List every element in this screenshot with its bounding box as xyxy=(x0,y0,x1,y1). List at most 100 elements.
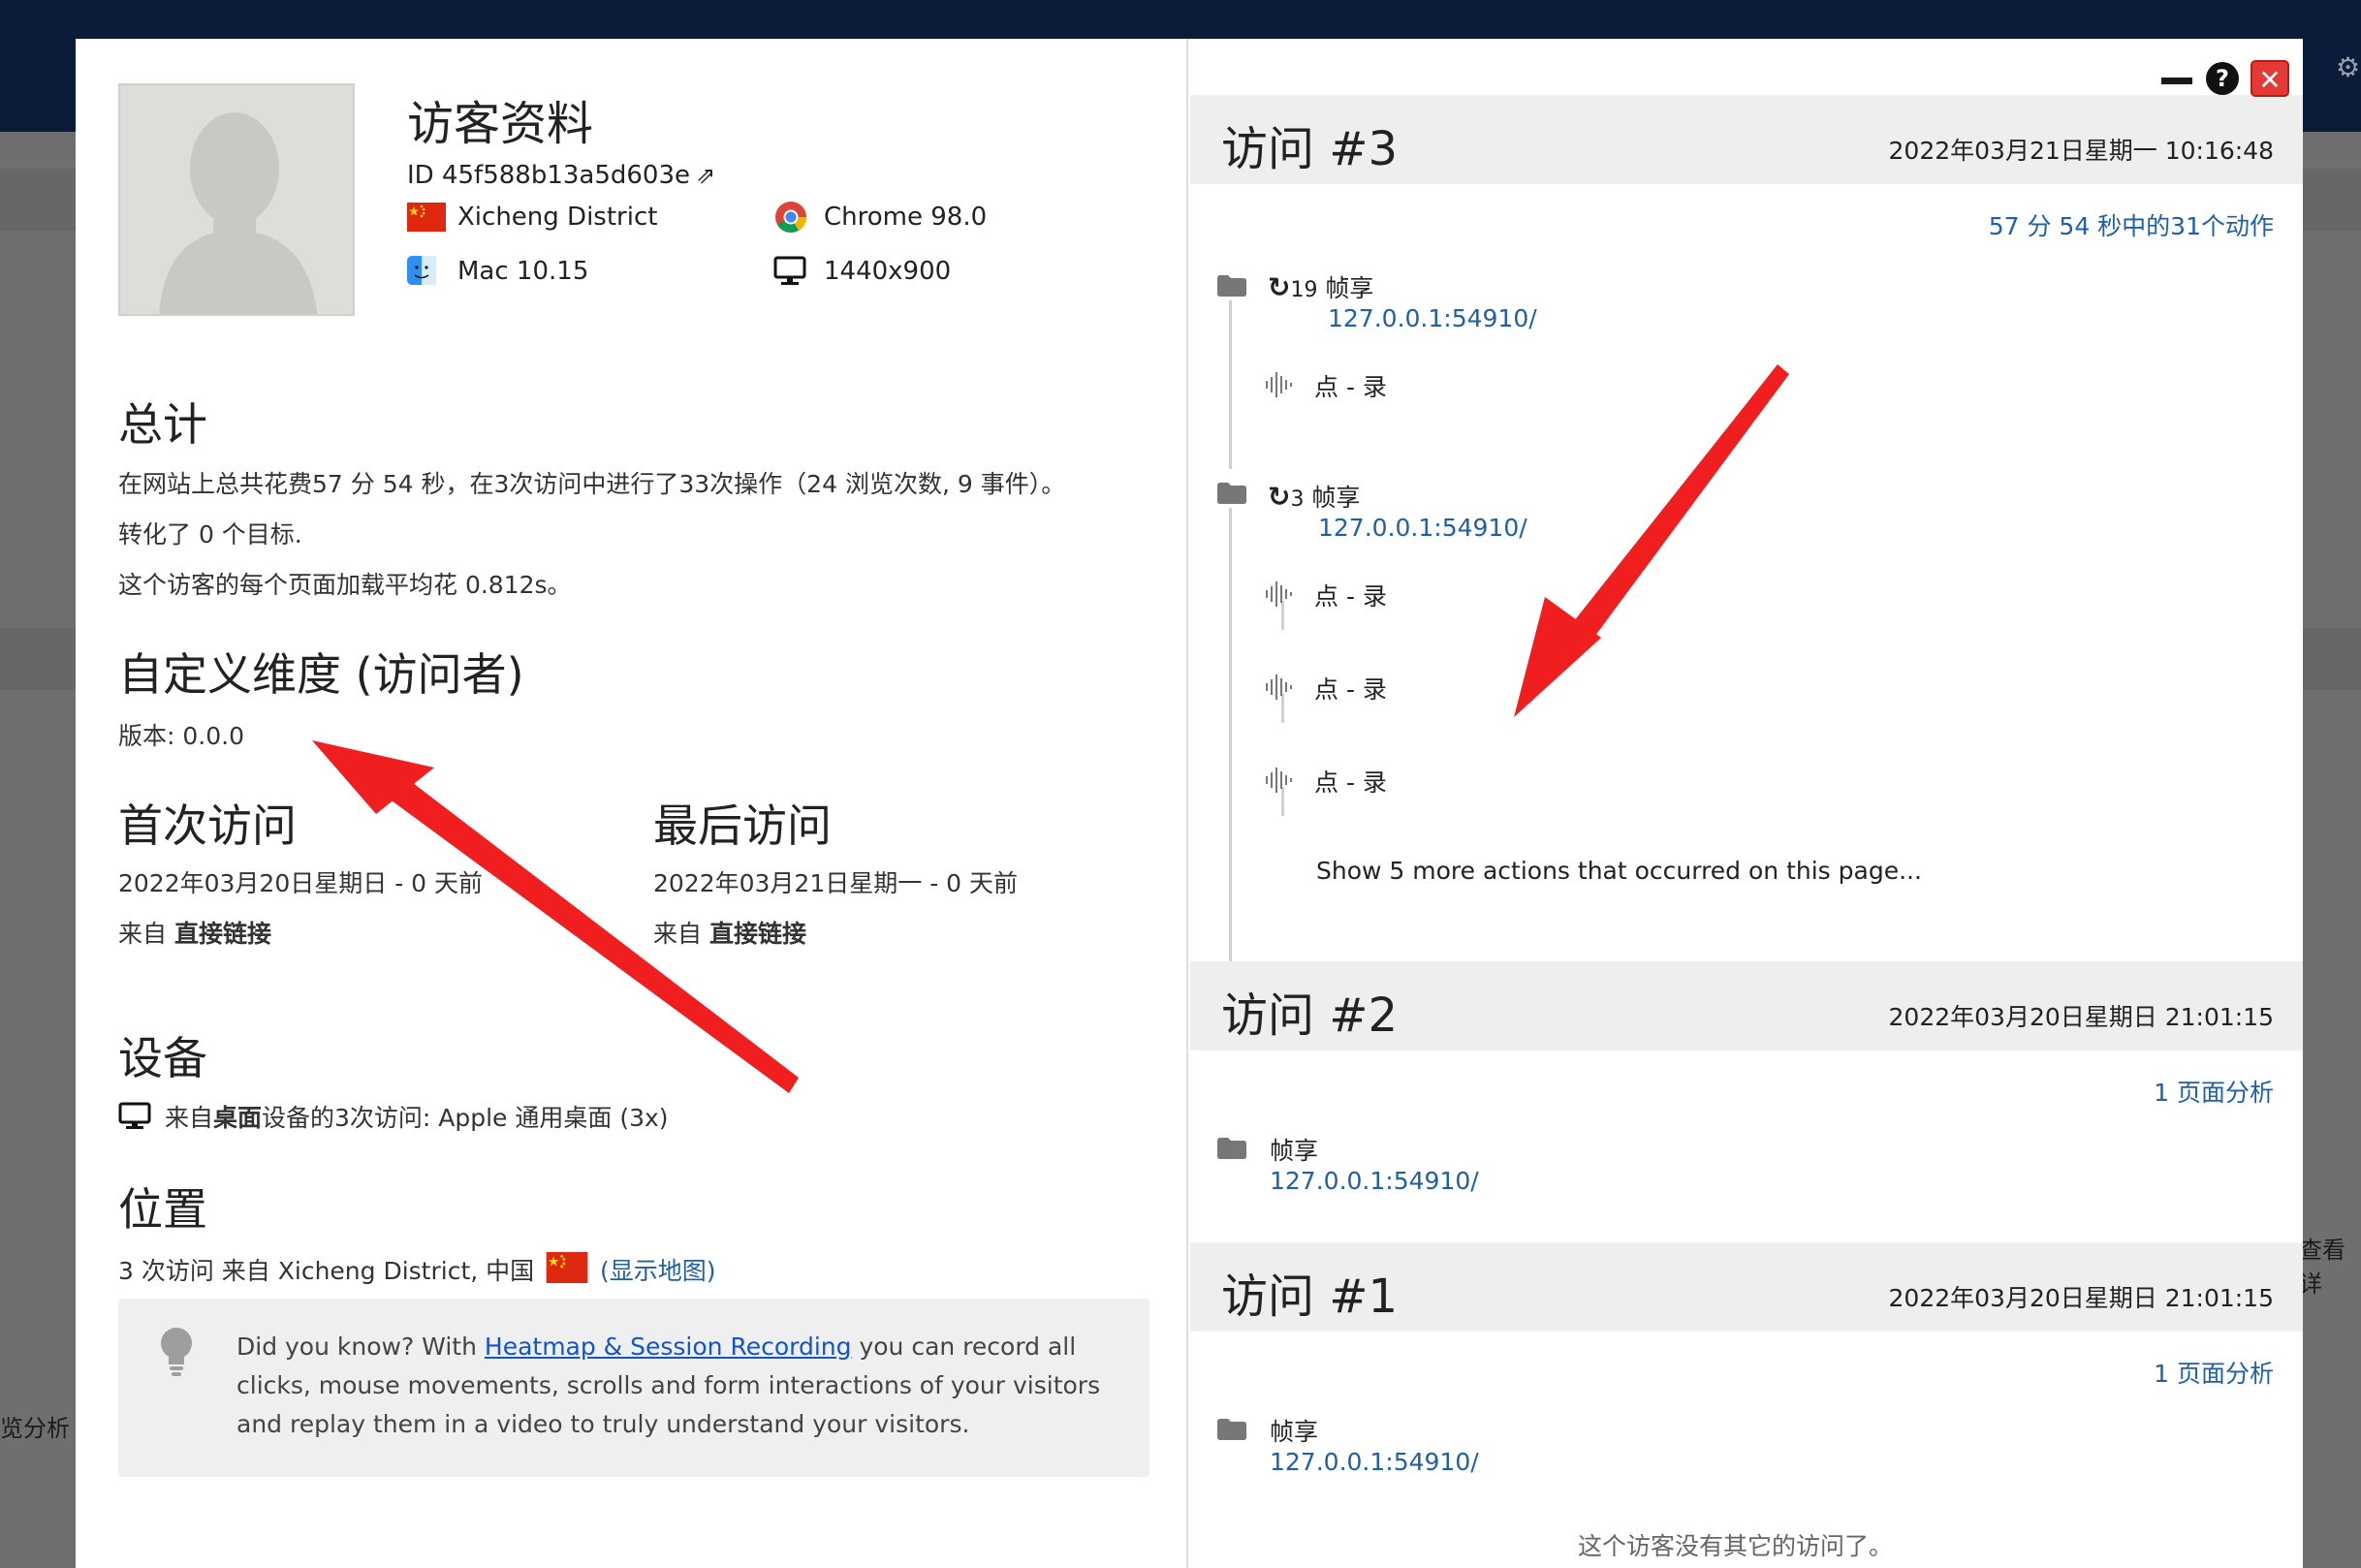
location-text: 3 次访问 来自 Xicheng District, 中国 xyxy=(118,1257,535,1285)
referrer-label: 来自 xyxy=(653,920,703,948)
visit-actions-summary[interactable]: 57 分 54 秒中的31个动作 xyxy=(1989,207,2274,242)
action-item[interactable]: 点 - 录 xyxy=(1264,578,1555,611)
tip-text-before: Did you know? With xyxy=(236,1333,485,1361)
visit-header: 访问 #3 2022年03月21日星期一 10:16:48 xyxy=(1190,95,2303,184)
summary-line: 转化了 0 个目标. xyxy=(118,520,302,549)
visit-date: 2022年03月20日星期日 21:01:15 xyxy=(1888,1284,2274,1312)
location-text: Xicheng District xyxy=(457,203,658,232)
last-visit-referrer: 来自 直接链接 xyxy=(653,915,806,950)
visit-header: 访问 #2 2022年03月20日星期日 21:01:15 xyxy=(1190,961,2303,1051)
page-url-link[interactable]: 127.0.0.1:54910/ xyxy=(1318,514,1527,542)
referrer-value: 直接链接 xyxy=(708,920,806,948)
folder-icon xyxy=(1217,275,1246,297)
chrome-icon xyxy=(773,198,812,236)
summary-heading: 总计 xyxy=(118,398,207,451)
timeline-line xyxy=(1229,300,1232,469)
no-more-visits-text: 这个访客没有其它的访问了。 xyxy=(1578,1532,1894,1560)
external-link-icon[interactable]: ⇗ xyxy=(696,162,721,189)
folder-icon xyxy=(1217,483,1246,504)
referrer-value: 直接链接 xyxy=(173,920,271,948)
visitor-profile-popup: 访客资料 ID 45f588b13a5d603e ⇗ Xicheng Distri… xyxy=(76,39,2303,1568)
page-url-link[interactable]: 127.0.0.1:54910/ xyxy=(1270,1448,1479,1476)
devices-row: 来自桌面设备的3次访问: Apple 通用桌面 (3x) xyxy=(118,1099,669,1137)
first-visit-date: 2022年03月20日星期日 - 0 天前 xyxy=(118,869,484,897)
page-title: 帧享 xyxy=(1325,274,1374,302)
page-title: 帧享 xyxy=(1270,1137,1319,1165)
background-text: 查看详 xyxy=(2299,1237,2345,1298)
heatmap-link[interactable]: Heatmap & Session Recording xyxy=(485,1333,852,1361)
browser-text: Chrome 98.0 xyxy=(824,203,988,232)
os-text: Mac 10.15 xyxy=(457,257,589,286)
background-text: 览分析 xyxy=(0,1415,70,1442)
refresh-icon: ↻ xyxy=(1268,481,1291,513)
mac-finder-icon xyxy=(407,252,446,291)
lightbulb-icon xyxy=(157,1326,196,1380)
event-wave-icon xyxy=(1264,580,1293,609)
action-text: 点 - 录 xyxy=(1314,373,1387,401)
page-title-row: ↻19 帧享 xyxy=(1268,269,1373,304)
monitor-icon xyxy=(118,1102,157,1137)
monitor-icon xyxy=(773,252,812,291)
action-text: 点 - 录 xyxy=(1314,582,1387,611)
visit-date: 2022年03月21日星期一 10:16:48 xyxy=(1888,137,2274,165)
resolution-info: 1440x900 xyxy=(773,252,1064,291)
china-flag-icon xyxy=(546,1252,588,1289)
event-wave-icon xyxy=(1264,370,1293,399)
page-repeat-count: 19 xyxy=(1290,278,1318,302)
visit-pages-summary[interactable]: 1 页面分析 xyxy=(2154,1074,2274,1109)
visit-pages-summary[interactable]: 1 页面分析 xyxy=(2154,1355,2274,1390)
custom-dimensions-heading: 自定义维度 (访问者) xyxy=(118,648,524,701)
timeline-line xyxy=(1229,508,1232,977)
visit-title: 访问 #2 xyxy=(1221,988,1399,1043)
visit-title: 访问 #3 xyxy=(1221,122,1399,176)
action-item[interactable]: 点 - 录 xyxy=(1264,368,1555,401)
show-map-link[interactable]: (显示地图) xyxy=(600,1257,716,1285)
close-button[interactable]: ✕ xyxy=(2251,60,2289,97)
visits-pane: 访问 #3 2022年03月21日星期一 10:16:48 57 分 54 秒中… xyxy=(1190,39,2303,1568)
first-visit-heading: 首次访问 xyxy=(118,800,297,852)
page-url-link[interactable]: 127.0.0.1:54910/ xyxy=(1328,304,1537,332)
device-type: 桌面 xyxy=(212,1104,262,1132)
visitor-profile-pane: 访客资料 ID 45f588b13a5d603e ⇗ Xicheng Distri… xyxy=(76,39,1188,1568)
version-row: 版本: 0.0.0 xyxy=(118,717,244,752)
devices-prefix: 来自 xyxy=(164,1104,213,1132)
visitor-avatar xyxy=(118,83,355,316)
os-info: Mac 10.15 xyxy=(407,252,717,291)
resolution-text: 1440x900 xyxy=(824,257,952,286)
devices-heading: 设备 xyxy=(118,1032,207,1084)
show-more-actions-link[interactable]: Show 5 more actions that occurred on thi… xyxy=(1316,857,1922,885)
visit-header: 访问 #1 2022年03月20日星期日 21:01:15 xyxy=(1190,1242,2303,1332)
profile-title: 访客资料 xyxy=(407,97,594,151)
summary-line: 在网站上总共花费57 分 54 秒，在3次访问中进行了33次操作（24 浏览次数… xyxy=(118,470,1066,498)
visit-title: 访问 #1 xyxy=(1221,1270,1399,1324)
page-title: 帧享 xyxy=(1270,1418,1319,1446)
action-text: 点 - 录 xyxy=(1314,768,1387,797)
version-label: 版本: xyxy=(118,722,175,750)
summary-line: 这个访客的每个页面加载平均花 0.812s。 xyxy=(118,571,572,599)
last-visit-heading: 最后访问 xyxy=(653,800,832,852)
gear-icon: ⚙ xyxy=(2336,51,2361,83)
visitor-id: ID 45f588b13a5d603e ⇗ xyxy=(407,161,721,190)
folder-icon xyxy=(1217,1138,1246,1159)
tip-box: Did you know? With Heatmap & Session Rec… xyxy=(118,1299,1149,1477)
visit-date: 2022年03月20日星期日 21:01:15 xyxy=(1888,1003,2274,1031)
version-value: 0.0.0 xyxy=(182,722,245,750)
devices-suffix: 设备的3次访问: Apple 通用桌面 (3x) xyxy=(261,1104,669,1132)
location-info: Xicheng District xyxy=(407,198,717,236)
china-flag-icon xyxy=(407,198,446,236)
location-heading: 位置 xyxy=(118,1183,207,1236)
minimize-button[interactable] xyxy=(2161,78,2192,84)
event-wave-icon xyxy=(1264,673,1293,702)
action-item[interactable]: 点 - 录 xyxy=(1264,764,1555,797)
page-url-link[interactable]: 127.0.0.1:54910/ xyxy=(1270,1167,1479,1195)
folder-icon xyxy=(1217,1419,1246,1440)
action-item[interactable]: 点 - 录 xyxy=(1264,671,1555,704)
page-title: 帧享 xyxy=(1311,484,1361,512)
action-text: 点 - 录 xyxy=(1314,675,1387,704)
event-wave-icon xyxy=(1264,766,1293,795)
location-row: 3 次访问 来自 Xicheng District, 中国 (显示地图) xyxy=(118,1252,716,1289)
tip-text: Did you know? With Heatmap & Session Rec… xyxy=(236,1328,1109,1444)
visitor-id-text: ID 45f588b13a5d603e xyxy=(407,161,691,190)
refresh-icon: ↻ xyxy=(1268,271,1291,303)
help-button[interactable]: ? xyxy=(2206,62,2239,95)
